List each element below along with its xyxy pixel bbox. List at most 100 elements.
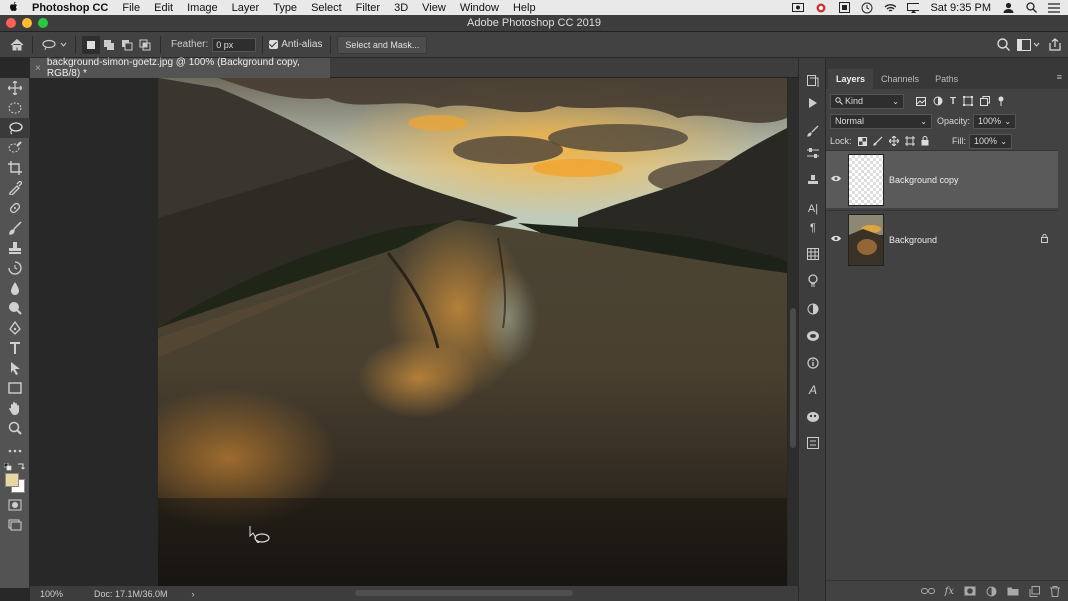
menu-type[interactable]: Type: [266, 2, 304, 14]
notification-center-icon[interactable]: [1048, 2, 1060, 13]
default-colors-icon[interactable]: [4, 463, 12, 471]
fill-input[interactable]: 100% ⌄: [969, 133, 1012, 149]
menu-select[interactable]: Select: [304, 2, 349, 14]
horizontal-scroll-thumb[interactable]: [355, 590, 573, 596]
path-selection-tool[interactable]: [0, 358, 30, 378]
new-group-icon[interactable]: [1007, 586, 1019, 596]
visibility-eye-icon[interactable]: [826, 174, 846, 185]
lock-position-icon[interactable]: [888, 136, 899, 146]
search-icon[interactable]: [994, 36, 1012, 54]
close-tab-icon[interactable]: ×: [35, 63, 41, 74]
document-image[interactable]: [158, 78, 787, 586]
new-selection-icon[interactable]: [82, 35, 100, 54]
properties-panel-icon[interactable]: [799, 430, 827, 456]
vertical-scrollbar[interactable]: [788, 78, 798, 586]
filter-type-icon[interactable]: T: [950, 96, 956, 107]
home-icon[interactable]: [8, 36, 26, 54]
adjustments-panel-icon[interactable]: [799, 296, 827, 322]
zoom-tool[interactable]: [0, 418, 30, 438]
crop-tool[interactable]: [0, 158, 30, 178]
menu-image[interactable]: Image: [180, 2, 225, 14]
panel-menu-icon[interactable]: ≡: [1057, 72, 1062, 82]
filter-pixel-icon[interactable]: [916, 96, 926, 106]
lasso-preset-icon[interactable]: [39, 36, 69, 54]
time-machine-icon[interactable]: [861, 2, 873, 13]
clone-stamp-tool[interactable]: [0, 238, 30, 258]
eyedropper-tool[interactable]: [0, 178, 30, 198]
feather-input[interactable]: [212, 37, 257, 52]
zoom-window-button[interactable]: [38, 18, 48, 28]
tab-channels[interactable]: Channels: [873, 69, 927, 89]
edit-toolbar-icon[interactable]: [0, 441, 30, 461]
layer-row-background-copy[interactable]: Background copy: [826, 150, 1058, 208]
lock-artboard-icon[interactable]: [904, 136, 915, 146]
lock-image-icon[interactable]: [872, 136, 883, 146]
adjustments-sliders-icon[interactable]: [799, 142, 827, 164]
lasso-tool[interactable]: [0, 118, 30, 138]
menu-app-name[interactable]: Photoshop CC: [28, 2, 115, 14]
filter-adjustment-icon[interactable]: [933, 96, 943, 106]
dodge-tool[interactable]: [0, 298, 30, 318]
delete-layer-icon[interactable]: [1050, 585, 1060, 597]
history-brush-tool[interactable]: [0, 258, 30, 278]
quick-mask-icon[interactable]: [0, 495, 30, 515]
layer-name[interactable]: Background copy: [889, 175, 959, 185]
healing-brush-tool[interactable]: [0, 198, 30, 218]
libraries-panel-icon[interactable]: [799, 322, 827, 350]
actions-panel-icon[interactable]: [799, 92, 827, 114]
airplay-icon[interactable]: [907, 2, 920, 13]
document-tab[interactable]: × background-simon-goetz.jpg @ 100% (Bac…: [30, 57, 330, 79]
screen-record-icon[interactable]: [792, 3, 805, 13]
history-panel-icon[interactable]: [799, 70, 827, 92]
layer-style-icon[interactable]: fx: [945, 586, 954, 597]
status-menu-icon[interactable]: ›: [192, 589, 195, 599]
lock-transparency-icon[interactable]: [857, 136, 867, 146]
layer-row-background[interactable]: Background: [826, 210, 1058, 268]
close-window-button[interactable]: [6, 18, 16, 28]
quick-selection-tool[interactable]: [0, 138, 30, 158]
anti-alias-checkbox[interactable]: [269, 40, 279, 49]
swap-colors-icon[interactable]: [17, 463, 25, 471]
marquee-tool[interactable]: [0, 98, 30, 118]
screen-mode-icon[interactable]: [0, 515, 30, 535]
add-mask-icon[interactable]: [964, 586, 976, 596]
glyphs-panel-icon[interactable]: A: [799, 376, 827, 404]
workspace-icon[interactable]: [1016, 36, 1042, 54]
menu-edit[interactable]: Edit: [147, 2, 180, 14]
wifi-icon[interactable]: [884, 3, 897, 13]
move-tool[interactable]: [0, 78, 30, 98]
menu-3d[interactable]: 3D: [387, 2, 415, 14]
canvas-area[interactable]: [30, 78, 788, 586]
menu-help[interactable]: Help: [506, 2, 543, 14]
opacity-input[interactable]: 100% ⌄: [973, 113, 1017, 129]
grid-app-icon[interactable]: [838, 2, 850, 13]
minimize-window-button[interactable]: [22, 18, 32, 28]
new-adjustment-layer-icon[interactable]: [986, 586, 997, 597]
learn-panel-icon[interactable]: [799, 266, 827, 296]
filter-smart-object-icon[interactable]: [980, 96, 991, 106]
hand-tool[interactable]: [0, 398, 30, 418]
pen-tool[interactable]: [0, 318, 30, 338]
clock-label[interactable]: Sat 9:35 PM: [930, 2, 991, 14]
lock-all-icon[interactable]: [921, 136, 929, 146]
share-icon[interactable]: [1046, 36, 1064, 54]
intersect-selection-icon[interactable]: [136, 36, 154, 54]
rectangle-tool[interactable]: [0, 378, 30, 398]
character-panel-icon[interactable]: A|: [799, 198, 827, 220]
menu-window[interactable]: Window: [453, 2, 506, 14]
visibility-eye-icon[interactable]: [826, 234, 846, 245]
menu-file[interactable]: File: [115, 2, 147, 14]
blend-mode-select[interactable]: Normal ⌄: [830, 113, 932, 129]
vertical-scroll-thumb[interactable]: [790, 308, 796, 448]
tab-paths[interactable]: Paths: [927, 69, 966, 89]
menu-filter[interactable]: Filter: [349, 2, 387, 14]
tab-layers[interactable]: Layers: [828, 69, 874, 89]
swatches-panel-icon[interactable]: [799, 242, 827, 266]
paragraph-panel-icon[interactable]: ¶: [799, 220, 827, 236]
filter-toggle-icon[interactable]: [997, 96, 1005, 106]
filter-kind-select[interactable]: Kind ⌄: [830, 93, 904, 109]
layer-lock-icon[interactable]: [1041, 233, 1048, 246]
clone-source-icon[interactable]: [799, 170, 827, 192]
type-tool[interactable]: [0, 338, 30, 358]
spotlight-search-icon[interactable]: [1025, 2, 1037, 13]
